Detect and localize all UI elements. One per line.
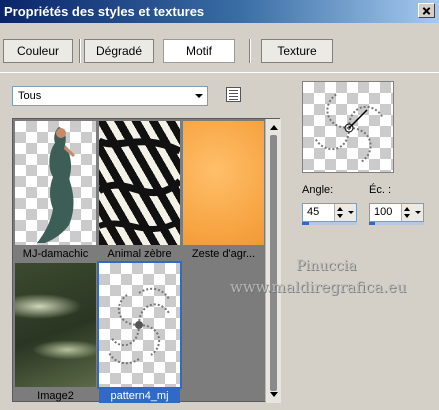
scale-spinbox[interactable]: 100 (369, 203, 424, 222)
dropdown-arrow-icon[interactable] (348, 211, 354, 214)
tab-couleur[interactable]: Couleur (3, 39, 73, 63)
spin-up-icon[interactable] (404, 207, 410, 211)
pattern-tile-animal-zebre[interactable]: Animal zèbre (99, 121, 180, 261)
pattern-label: Animal zèbre (107, 248, 172, 260)
figure-image (37, 127, 75, 243)
scroll-down-icon[interactable] (270, 392, 278, 397)
scale-label: Éc. : (369, 184, 392, 196)
pattern-thumbnail (99, 121, 180, 245)
scale-slider-fill (369, 222, 375, 225)
angle-label: Angle: (302, 184, 334, 196)
pattern-label: Zeste d'agr... (191, 248, 256, 260)
pattern-thumbnail (15, 263, 96, 387)
dropdown-arrow-icon[interactable] (415, 211, 421, 214)
tab-separator (79, 39, 81, 63)
tab-separator (249, 39, 251, 63)
scroll-up-icon[interactable] (270, 125, 278, 130)
category-selected: Tous (18, 90, 42, 102)
window-title: Propriétés des styles et textures (4, 4, 205, 19)
pattern-tile-pattern4-mj[interactable]: pattern4_mj (97, 261, 182, 403)
watermark-name: Pinuccia (296, 258, 357, 274)
close-button[interactable] (418, 3, 435, 18)
pattern-label: pattern4_mj (99, 389, 180, 403)
pattern-label: Image2 (37, 390, 74, 402)
pattern-preview (302, 81, 394, 173)
pattern-label: MJ-damachic (22, 248, 89, 260)
swirl-pattern (108, 287, 170, 365)
angle-slider-fill (302, 222, 309, 225)
category-dropdown[interactable]: Tous (12, 86, 208, 106)
gallery-scrollbar[interactable] (265, 119, 281, 403)
angle-value: 45 (307, 206, 320, 218)
pattern-tile-zeste[interactable]: Zeste d'agr... (183, 121, 264, 261)
pattern-tile-image2[interactable]: Image2 (15, 263, 96, 403)
pattern-tile-mj-damachic[interactable]: MJ-damachic (15, 121, 96, 261)
pattern-thumbnail (97, 261, 182, 389)
spin-down-icon[interactable] (404, 214, 410, 218)
scale-slider[interactable] (369, 222, 424, 225)
swirl-preview (314, 93, 384, 163)
angle-spin-buttons[interactable] (334, 204, 356, 221)
pattern-thumbnail (15, 121, 96, 245)
tab-motif[interactable]: Motif (163, 39, 235, 63)
styles-textures-dialog: Propriétés des styles et textures Couleu… (0, 0, 439, 410)
angle-slider[interactable] (302, 222, 357, 225)
tab-degrade[interactable]: Dégradé (84, 39, 154, 63)
zebra-stripes (99, 137, 180, 232)
notes-icon[interactable] (226, 87, 241, 102)
chevron-down-icon (195, 94, 203, 98)
pattern-thumbnail (183, 121, 264, 245)
tab-texture[interactable]: Texture (261, 39, 333, 63)
angle-spinbox[interactable]: 45 (302, 203, 357, 222)
title-bar: Propriétés des styles et textures (0, 0, 439, 23)
pattern-gallery: MJ-damachic Animal zèbre Zeste d'agr... … (12, 118, 281, 403)
scroll-thumb[interactable] (270, 135, 277, 391)
scale-spin-buttons[interactable] (401, 204, 423, 221)
tab-bar: Couleur Dégradé Motif Texture (0, 23, 439, 73)
spin-down-icon[interactable] (337, 214, 343, 218)
scale-value: 100 (374, 206, 393, 218)
watermark-url: www.maldiregrafica.eu (230, 278, 407, 296)
spin-up-icon[interactable] (337, 207, 343, 211)
